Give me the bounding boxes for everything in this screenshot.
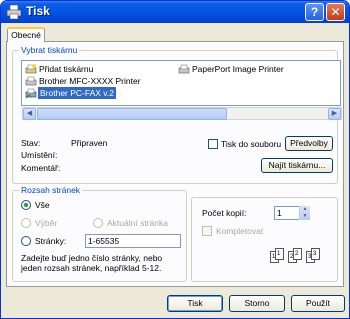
- page-icon: 2: [293, 248, 302, 260]
- location-label: Umístění:: [21, 150, 58, 160]
- printer-list-scrollbar[interactable]: ◀ ▶: [22, 107, 342, 120]
- add-printer-icon: [25, 64, 37, 74]
- printer-item-label: Brother MFC-XXXX Printer: [39, 76, 141, 86]
- page-icon: 1: [275, 248, 284, 260]
- range-pages-label[interactable]: Stránky:: [35, 236, 66, 246]
- pages-input[interactable]: 1-65535: [85, 234, 181, 248]
- range-selection-label[interactable]: Výběr: [35, 218, 57, 228]
- copies-label: Počet kopií:: [202, 208, 247, 218]
- status-value: Připraven: [71, 138, 108, 148]
- range-all-radio[interactable]: [21, 200, 31, 210]
- printer-list[interactable]: Přidat tiskárnu Brother MFC-XXXX Printer: [21, 60, 342, 120]
- printer-item-label: Přidat tiskárnu: [39, 64, 94, 74]
- apply-button[interactable]: Použít: [291, 295, 345, 312]
- range-all-label[interactable]: Vše: [35, 200, 50, 210]
- spin-up-icon[interactable]: ▲: [300, 206, 310, 213]
- printer-icon: [6, 4, 22, 20]
- page-range-group: Rozsah stránek Vše Výběr Aktuální stránk…: [12, 185, 187, 282]
- cancel-button[interactable]: Storno: [229, 295, 285, 312]
- range-selection-radio[interactable]: [21, 218, 31, 228]
- printer-group-legend: Vybrat tiskárnu: [19, 45, 80, 56]
- printer-item-label: Brother PC-FAX v.2: [38, 87, 117, 99]
- scrollbar-thumb[interactable]: [37, 108, 227, 120]
- scroll-left-icon[interactable]: ◀: [23, 108, 36, 120]
- range-hint: Zadejte buď jedno číslo stránky, nebo je…: [21, 253, 163, 273]
- range-current-page-radio[interactable]: [93, 218, 103, 228]
- collate-checkbox[interactable]: [202, 226, 212, 236]
- printer-item-label: PaperPort Image Printer: [192, 64, 284, 74]
- fax-printer-icon: [25, 88, 37, 99]
- page-range-legend: Rozsah stránek: [19, 185, 83, 196]
- page-icon: 3: [311, 248, 320, 260]
- tab-panel-general: Vybrat tiskárnu Přidat tiskárnu Brother …: [6, 41, 344, 287]
- range-pages-radio[interactable]: [21, 236, 31, 246]
- scroll-right-icon[interactable]: ▶: [328, 108, 341, 120]
- spin-down-icon[interactable]: ▼: [300, 213, 310, 220]
- close-button[interactable]: ✕: [326, 3, 345, 21]
- print-to-file-label[interactable]: Tisk do souboru: [221, 139, 281, 149]
- title-bar[interactable]: Tisk ? ✕: [1, 1, 349, 23]
- comment-label: Komentář:: [21, 163, 61, 173]
- status-label: Stav:: [21, 138, 41, 148]
- range-current-page-label[interactable]: Aktuální stránka: [107, 218, 168, 228]
- collate-label[interactable]: Kompletovat: [216, 226, 263, 236]
- tab-general[interactable]: Obecné: [7, 27, 45, 42]
- print-to-file-checkbox[interactable]: [208, 139, 218, 149]
- help-button[interactable]: ?: [305, 3, 324, 21]
- find-printer-button[interactable]: Najít tiskárnu...: [261, 158, 333, 173]
- copies-group: Počet kopií: 1 ▲ ▼ Kompletovat 1 1 2 2 3…: [191, 197, 338, 282]
- preferences-button[interactable]: Předvolby: [285, 136, 333, 151]
- copies-spinner[interactable]: ▲ ▼: [299, 206, 310, 220]
- print-button[interactable]: Tisk: [167, 295, 223, 312]
- printer-icon: [178, 64, 190, 74]
- window-title: Tisk: [26, 4, 50, 18]
- printer-icon: [25, 76, 37, 86]
- print-dialog: Tisk ? ✕ Obecné Vybrat tiskárnu Přidat t…: [0, 0, 350, 319]
- printer-group: Vybrat tiskárnu Přidat tiskárnu Brother …: [12, 45, 342, 184]
